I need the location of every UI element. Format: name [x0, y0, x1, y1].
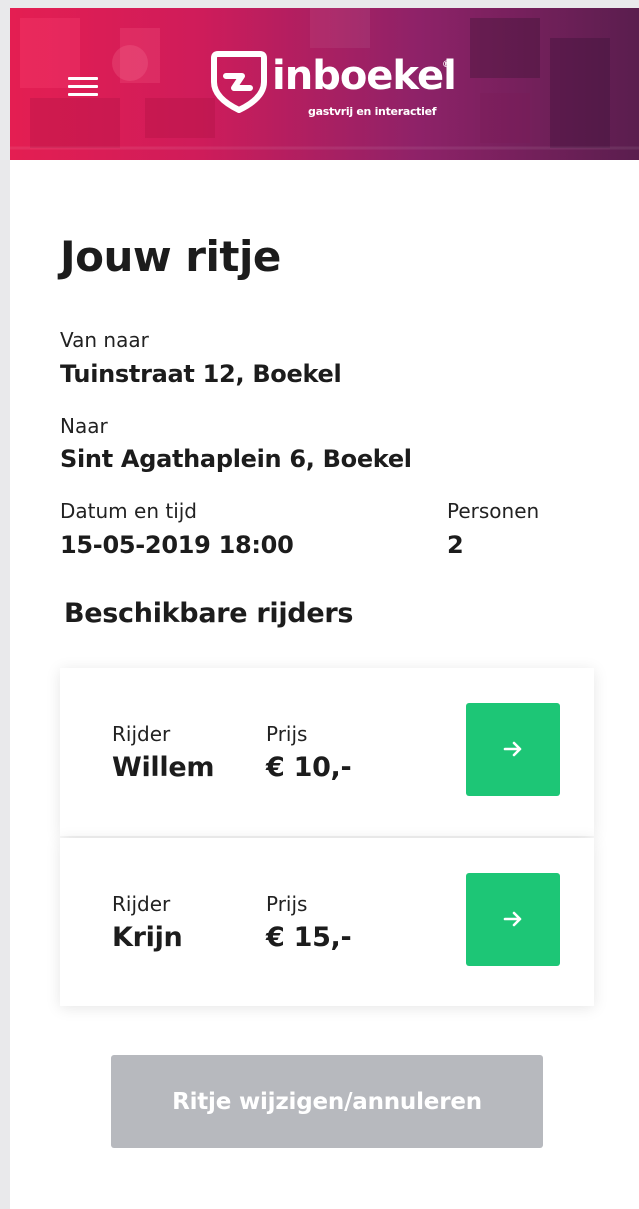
available-drivers-title: Beschikbare rijders	[64, 598, 354, 629]
change-cancel-ride-button[interactable]: Ritje wijzigen/annuleren	[111, 1055, 543, 1148]
arrow-right-icon	[503, 911, 522, 927]
driver-price: € 10,-	[266, 752, 352, 783]
page-title: Jouw ritje	[60, 232, 281, 281]
logo-registered-mark: ®	[442, 60, 451, 70]
to-label: Naar	[60, 414, 108, 438]
persons-label: Personen	[447, 499, 540, 523]
price-label: Prijs	[266, 892, 308, 916]
driver-card: Rijder Krijn Prijs € 15,-	[60, 838, 594, 1006]
to-value: Sint Agathaplein 6, Boekel	[60, 445, 412, 473]
persons-value: 2	[447, 531, 464, 559]
driver-card: Rijder Willem Prijs € 10,-	[60, 668, 594, 836]
driver-name: Krijn	[112, 922, 183, 953]
logo-tagline: gastvrij en interactief	[308, 105, 437, 118]
select-driver-button[interactable]	[466, 703, 560, 796]
driver-price: € 15,-	[266, 922, 352, 953]
driver-label: Rijder	[112, 722, 171, 746]
driver-label: Rijder	[112, 892, 171, 916]
header-banner: inboekel ® gastvrij en interactief	[10, 8, 639, 160]
inboekel-logo-icon	[211, 51, 267, 113]
from-label: Van naar	[60, 328, 149, 352]
top-strip	[0, 0, 639, 8]
arrow-right-icon	[503, 741, 522, 757]
datetime-value: 15-05-2019 18:00	[60, 531, 294, 559]
from-value: Tuinstraat 12, Boekel	[60, 360, 342, 388]
driver-name: Willem	[112, 752, 215, 783]
select-driver-button[interactable]	[466, 873, 560, 966]
hamburger-menu-icon[interactable]	[68, 74, 98, 98]
logo-wordmark: inboekel	[272, 53, 457, 99]
datetime-label: Datum en tijd	[60, 499, 198, 523]
price-label: Prijs	[266, 722, 308, 746]
